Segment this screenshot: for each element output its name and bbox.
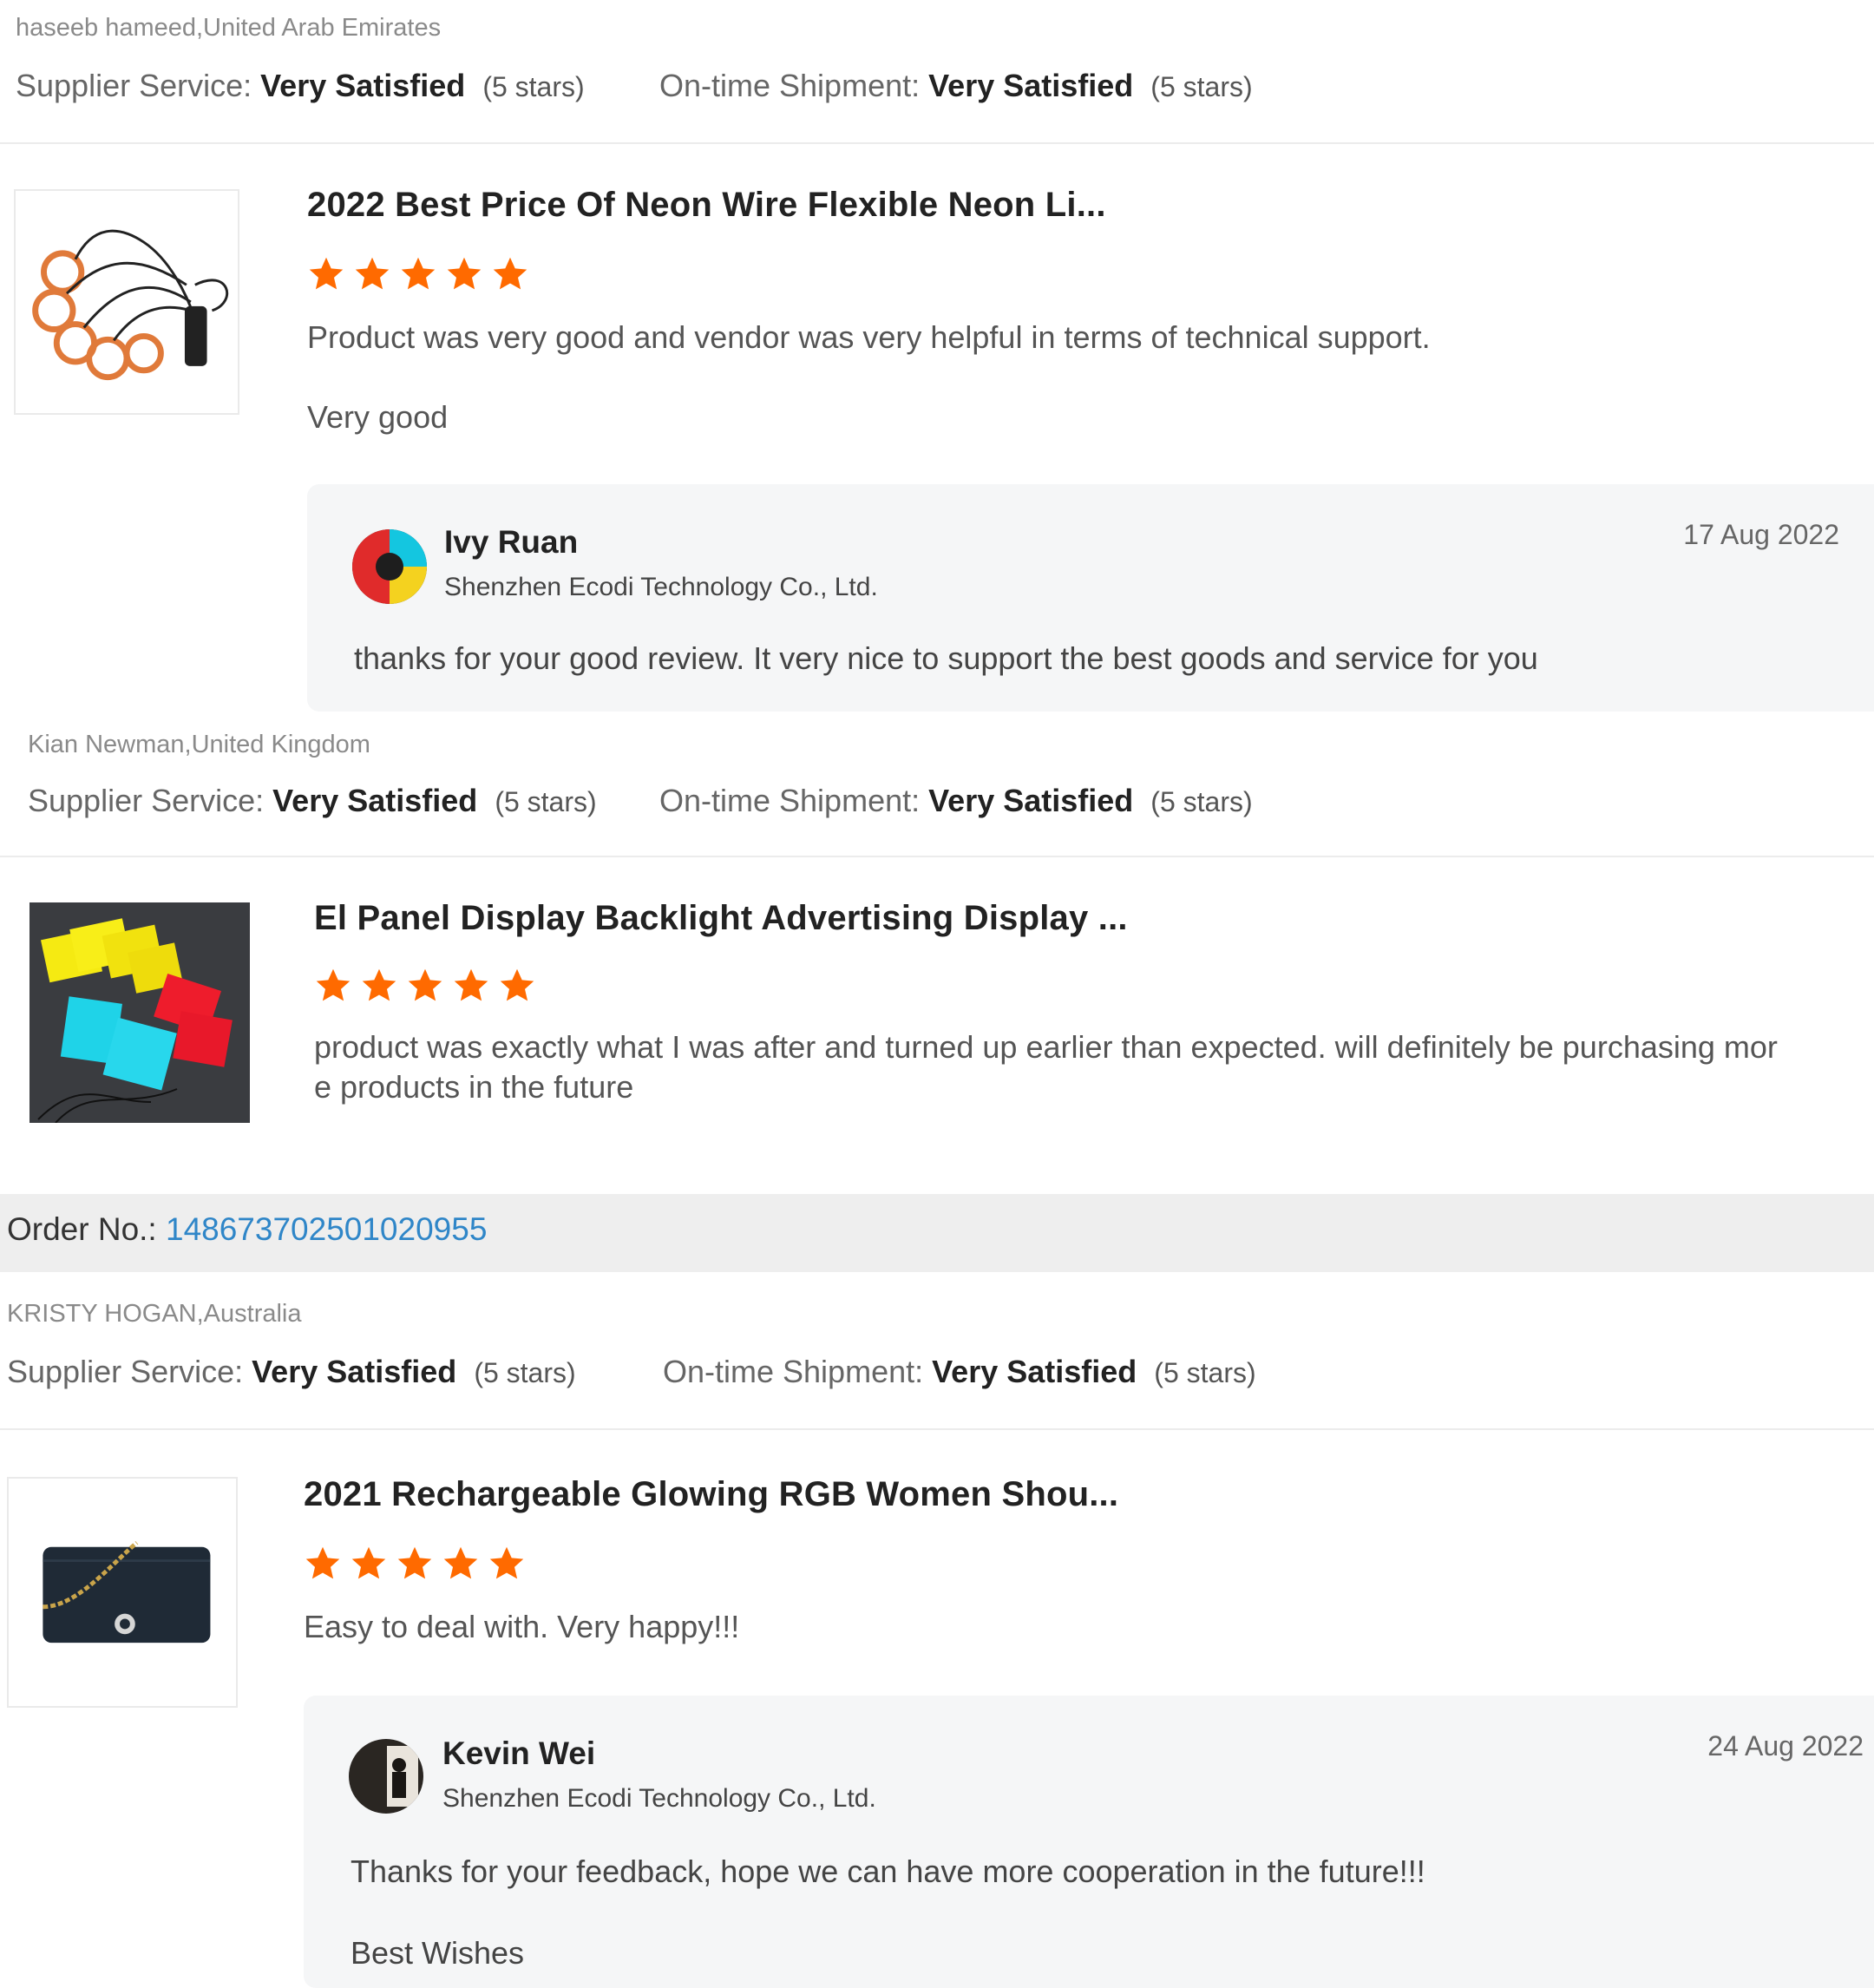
supplier-service-rating: Supplier Service: Very Satisfied (5 star… — [7, 1354, 576, 1390]
review-text: product was exactly what I was after and… — [314, 1029, 1778, 1065]
reviews-page: haseeb hameed,United Arab Emirates Suppl… — [0, 0, 1874, 1988]
product-thumbnail[interactable] — [29, 902, 250, 1123]
shipment-value: Very Satisfied — [928, 783, 1134, 818]
order-number-bar: Order No.: 148673702501020955 — [0, 1194, 1874, 1272]
five-stars-icon — [316, 968, 534, 1001]
shipment-label: On-time Shipment: — [659, 783, 921, 818]
supplier-service-label: Supplier Service: — [28, 783, 265, 818]
neon-wire-image — [16, 191, 238, 413]
product-thumbnail[interactable] — [7, 1477, 238, 1708]
review-text: Easy to deal with. Very happy!!! — [304, 1609, 740, 1644]
star-rating — [307, 255, 533, 299]
reply-text: Thanks for your feedback, hope we can ha… — [351, 1853, 1425, 1889]
reply-company: Shenzhen Ecodi Technology Co., Ltd. — [442, 1784, 876, 1813]
glowing-bag-image — [9, 1479, 236, 1706]
order-number-label: Order No.: — [7, 1211, 157, 1247]
supplier-avatar — [349, 1739, 423, 1814]
supplier-reply: Kevin Wei Shenzhen Ecodi Technology Co.,… — [304, 1696, 1874, 1988]
supplier-service-stars: (5 stars) — [482, 71, 585, 102]
review-text: Product was very good and vendor was ver… — [307, 319, 1431, 355]
buyer-name: haseeb hameed,United Arab Emirates — [16, 14, 442, 42]
order-number-link[interactable]: 148673702501020955 — [166, 1211, 487, 1247]
shipment-stars: (5 stars) — [1150, 71, 1253, 102]
reply-date: 24 Aug 2022 — [1707, 1730, 1864, 1762]
product-title[interactable]: 2022 Best Price Of Neon Wire Flexible Ne… — [307, 186, 1106, 225]
shipment-value: Very Satisfied — [932, 1354, 1137, 1389]
buyer-name: Kian Newman,United Kingdom — [28, 731, 370, 758]
shipment-rating: On-time Shipment: Very Satisfied (5 star… — [659, 68, 1253, 104]
divider — [0, 1428, 1874, 1430]
supplier-service-stars: (5 stars) — [474, 1357, 576, 1388]
reply-author-name: Kevin Wei — [442, 1735, 596, 1771]
avatar-image — [352, 529, 427, 604]
divider — [0, 142, 1874, 144]
review-text-continued: e products in the future — [314, 1069, 634, 1105]
star-rating — [314, 967, 540, 1010]
supplier-avatar — [352, 529, 427, 604]
product-title[interactable]: 2021 Rechargeable Glowing RGB Women Shou… — [304, 1475, 1118, 1514]
five-stars-icon — [305, 1546, 524, 1579]
review-text-2: Very good — [307, 399, 449, 435]
supplier-service-rating: Supplier Service: Very Satisfied (5 star… — [28, 783, 597, 819]
shipment-stars: (5 stars) — [1154, 1357, 1256, 1388]
reply-text: thanks for your good review. It very nic… — [354, 640, 1538, 676]
reply-company: Shenzhen Ecodi Technology Co., Ltd. — [444, 573, 878, 601]
shipment-stars: (5 stars) — [1150, 786, 1253, 817]
supplier-reply: Ivy Ruan Shenzhen Ecodi Technology Co., … — [307, 484, 1874, 712]
supplier-service-stars: (5 stars) — [495, 786, 597, 817]
avatar-image — [349, 1739, 423, 1814]
product-title[interactable]: El Panel Display Backlight Advertising D… — [314, 899, 1128, 938]
supplier-service-label: Supplier Service: — [16, 68, 252, 103]
reply-text-2: Best Wishes — [351, 1935, 525, 1971]
product-thumbnail[interactable] — [14, 189, 239, 415]
shipment-label: On-time Shipment: — [659, 68, 921, 103]
supplier-service-value: Very Satisfied — [252, 1354, 457, 1389]
shipment-rating: On-time Shipment: Very Satisfied (5 star… — [663, 1354, 1256, 1390]
supplier-service-label: Supplier Service: — [7, 1354, 244, 1389]
supplier-service-value: Very Satisfied — [272, 783, 478, 818]
five-stars-icon — [309, 257, 527, 290]
reply-date: 17 Aug 2022 — [1683, 519, 1839, 550]
shipment-rating: On-time Shipment: Very Satisfied (5 star… — [659, 783, 1253, 819]
divider — [0, 856, 1874, 857]
reply-author-name: Ivy Ruan — [444, 524, 579, 560]
el-panel-image — [29, 902, 250, 1123]
supplier-service-rating: Supplier Service: Very Satisfied (5 star… — [16, 68, 585, 104]
star-rating — [304, 1545, 529, 1588]
order-number: Order No.: 148673702501020955 — [7, 1211, 487, 1248]
shipment-value: Very Satisfied — [928, 68, 1134, 103]
shipment-label: On-time Shipment: — [663, 1354, 924, 1389]
buyer-name: KRISTY HOGAN,Australia — [7, 1300, 302, 1328]
supplier-service-value: Very Satisfied — [260, 68, 466, 103]
